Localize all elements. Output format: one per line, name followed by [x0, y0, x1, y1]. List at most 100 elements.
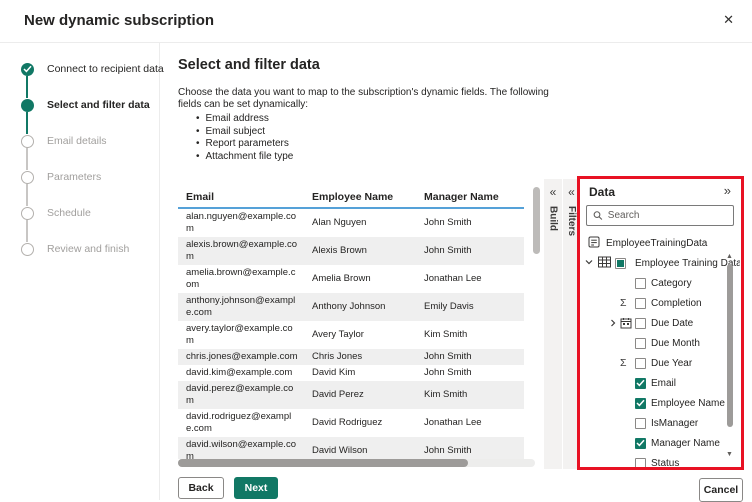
field-label: Due Month: [651, 338, 700, 349]
table-cell: Amelia Brown: [304, 271, 416, 287]
collapse-data-pane-icon[interactable]: »: [724, 184, 731, 197]
field-checkbox-unchecked[interactable]: [635, 338, 646, 349]
table-cell: Kim Smith: [416, 387, 524, 403]
table-checkbox-indeterminate[interactable]: [615, 258, 626, 269]
sigma-icon: Σ: [620, 357, 635, 369]
table-cell: David Rodriguez: [304, 415, 416, 431]
expand-build-icon[interactable]: «: [550, 186, 557, 198]
field-search-box[interactable]: [586, 205, 734, 226]
bullet-item: Attachment file type: [196, 151, 293, 164]
table-row: amelia.brown@example.comAmelia BrownJona…: [178, 265, 524, 293]
step-current-icon: [21, 99, 34, 112]
table-cell: Jonathan Lee: [416, 271, 524, 287]
tree-field-due-month[interactable]: Due Month: [580, 333, 732, 353]
tree-item-table[interactable]: Employee Training Data: [580, 253, 732, 273]
field-checkbox-checked[interactable]: [635, 398, 646, 409]
step-connector: [26, 76, 28, 98]
table-cell: amelia.brown@example.com: [178, 265, 304, 293]
tree-item-label: EmployeeTrainingData: [606, 238, 707, 249]
close-icon[interactable]: ✕: [723, 13, 734, 26]
step-label: Parameters: [47, 171, 101, 183]
tree-field-email[interactable]: Email: [580, 373, 732, 393]
field-checkbox-unchecked[interactable]: [635, 458, 646, 469]
table-row: alexis.brown@example.comAlexis BrownJohn…: [178, 237, 524, 265]
table-horizontal-scrollbar[interactable]: [178, 459, 535, 467]
stepper-item-select-and-filter-data[interactable]: Select and filter data: [21, 98, 159, 112]
next-button[interactable]: Next: [234, 477, 278, 499]
table-cell: david.wilson@example.com: [178, 437, 304, 459]
table-cell: david.kim@example.com: [178, 365, 304, 381]
step-label: Schedule: [47, 207, 91, 219]
field-tree: EmployeeTrainingData Employee Training Da…: [580, 233, 732, 468]
build-pane-collapsed[interactable]: « Build: [544, 179, 562, 469]
table-horizontal-scrollbar-thumb[interactable]: [178, 459, 468, 467]
tree-scroll-down-arrow[interactable]: ▼: [726, 451, 733, 458]
field-checkbox-checked[interactable]: [635, 438, 646, 449]
table-cell: John Smith: [416, 443, 524, 459]
tree-vertical-scrollbar-thumb[interactable]: [727, 264, 733, 427]
field-checkbox-unchecked[interactable]: [635, 278, 646, 289]
stepper-item-review-and-finish[interactable]: Review and finish: [21, 242, 159, 256]
filters-pane-collapsed[interactable]: « Filters: [563, 179, 580, 469]
table-cell: alan.nguyen@example.com: [178, 209, 304, 237]
step-pending-icon: [21, 171, 34, 184]
field-label: Employee Name: [651, 398, 725, 409]
table-row: alan.nguyen@example.comAlan NguyenJohn S…: [178, 209, 524, 237]
dialog-header: New dynamic subscription ✕: [0, 0, 752, 43]
build-pane-label: Build: [548, 206, 559, 231]
table-cell: David Wilson: [304, 443, 416, 459]
back-button[interactable]: Back: [178, 477, 224, 499]
tree-field-due-year[interactable]: Σ Due Year: [580, 353, 732, 373]
tree-field-ismanager[interactable]: IsManager: [580, 413, 732, 433]
step-pending-icon: [21, 135, 34, 148]
content-vertical-scrollbar-thumb[interactable]: [533, 187, 540, 254]
preview-table: Email Employee Name Manager Name alan.ng…: [178, 186, 524, 459]
table-cell: Avery Taylor: [304, 327, 416, 343]
wizard-stepper: Connect to recipient data Select and filt…: [0, 43, 160, 500]
filters-pane-label: Filters: [566, 206, 577, 236]
table-cell: avery.taylor@example.com: [178, 321, 304, 349]
field-label: Manager Name: [651, 438, 720, 449]
chevron-right-icon[interactable]: [608, 318, 620, 328]
dialog-title: New dynamic subscription: [24, 12, 214, 29]
table-cell: alexis.brown@example.com: [178, 237, 304, 265]
field-checkbox-unchecked[interactable]: [635, 418, 646, 429]
chevron-down-icon[interactable]: [584, 257, 594, 270]
field-checkbox-unchecked[interactable]: [635, 318, 646, 329]
bullet-item: Email address: [196, 113, 293, 126]
tree-field-manager-name[interactable]: Manager Name: [580, 433, 732, 453]
search-input[interactable]: [608, 210, 727, 221]
field-checkbox-unchecked[interactable]: [635, 298, 646, 309]
stepper-item-email-details[interactable]: Email details: [21, 134, 159, 148]
stepper-item-parameters[interactable]: Parameters: [21, 170, 159, 184]
tree-field-employee-name[interactable]: Employee Name: [580, 393, 732, 413]
tree-field-status[interactable]: Status: [580, 453, 732, 468]
table-row: david.rodriguez@example.comDavid Rodrigu…: [178, 409, 524, 437]
field-label: Email: [651, 378, 676, 389]
field-label: IsManager: [651, 418, 698, 429]
tree-field-due-date[interactable]: Due Date: [580, 313, 732, 333]
stepper-item-connect-to-recipient-data[interactable]: Connect to recipient data: [21, 62, 159, 76]
step-label: Review and finish: [47, 243, 129, 255]
expand-filters-icon[interactable]: «: [568, 186, 575, 198]
tree-item-semantic-model[interactable]: EmployeeTrainingData: [580, 233, 732, 253]
cancel-button[interactable]: Cancel: [699, 478, 743, 502]
table-body: alan.nguyen@example.comAlan NguyenJohn S…: [178, 209, 524, 459]
field-checkbox-unchecked[interactable]: [635, 358, 646, 369]
field-label: Category: [651, 278, 692, 289]
tree-field-completion[interactable]: ΣCompletion: [580, 293, 732, 313]
stepper-item-schedule[interactable]: Schedule: [21, 206, 159, 220]
field-label: Due Year: [651, 358, 692, 369]
column-header-employee-name: Employee Name: [304, 191, 416, 203]
step-completed-icon: [21, 63, 34, 76]
field-checkbox-checked[interactable]: [635, 378, 646, 389]
tree-item-label: Employee Training Data: [635, 258, 740, 269]
table-cell: david.perez@example.com: [178, 381, 304, 409]
tree-field-category[interactable]: Category: [580, 273, 732, 293]
field-label: Completion: [651, 298, 702, 309]
step-connector: [26, 148, 28, 170]
step-label: Email details: [47, 135, 107, 147]
tree-scroll-up-arrow[interactable]: ▲: [726, 253, 733, 260]
table-cell: David Kim: [304, 365, 416, 381]
bullet-item: Email subject: [196, 126, 293, 139]
